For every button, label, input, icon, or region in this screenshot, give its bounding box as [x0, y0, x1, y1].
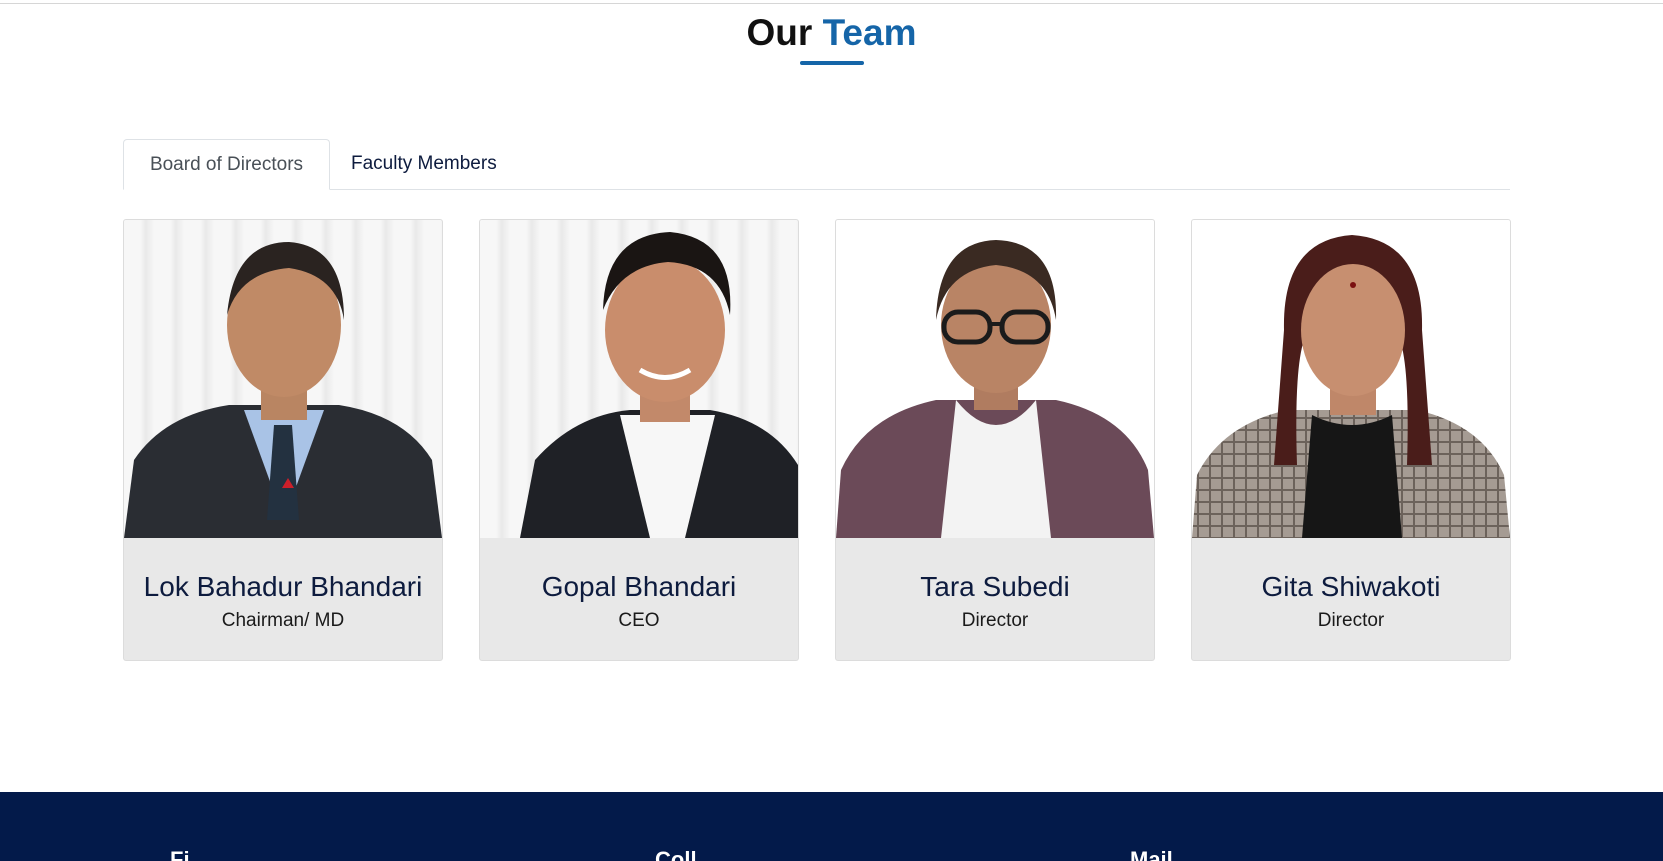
- member-role: Chairman/ MD: [221, 610, 345, 631]
- team-card: Gopal Bhandari CEO: [479, 219, 799, 661]
- section-title-part1: Our: [746, 12, 813, 53]
- member-caption: Tara Subedi Director: [836, 538, 1154, 660]
- member-name: Gita Shiwakoti: [1261, 571, 1441, 602]
- tab-faculty-members[interactable]: Faculty Members: [351, 139, 497, 190]
- section-title-part2: Team: [822, 12, 917, 53]
- footer-column-heading: Fi...: [170, 847, 208, 861]
- member-name: Lok Bahadur Bhandari: [143, 571, 423, 602]
- team-tabs: Board of Directors Faculty Members: [123, 139, 1510, 190]
- member-role: Director: [961, 610, 1029, 631]
- member-role: CEO: [618, 610, 660, 631]
- team-card: Lok Bahadur Bhandari Chairman/ MD: [123, 219, 443, 661]
- member-photo: [480, 220, 798, 538]
- team-card: Tara Subedi Director: [835, 219, 1155, 661]
- title-underline: [799, 61, 864, 65]
- section-header: Our Team: [0, 10, 1663, 65]
- portrait-placeholder: [124, 242, 442, 538]
- footer-column-heading: Coll...: [655, 847, 715, 861]
- top-divider: [0, 0, 1663, 4]
- member-photo: [836, 220, 1154, 538]
- member-caption: Gita Shiwakoti Director: [1192, 538, 1510, 660]
- portrait-placeholder: [520, 232, 798, 538]
- portrait-placeholder: [836, 240, 1154, 538]
- footer-column-heading: Mail...: [1130, 847, 1192, 861]
- member-name: Gopal Bhandari: [541, 571, 737, 602]
- member-role: Director: [1317, 610, 1385, 631]
- member-caption: Lok Bahadur Bhandari Chairman/ MD: [124, 538, 442, 660]
- tab-board-of-directors[interactable]: Board of Directors: [123, 139, 330, 190]
- site-footer: Fi... Coll... Mail...: [0, 792, 1663, 861]
- team-card: Gita Shiwakoti Director: [1191, 219, 1511, 661]
- portrait-placeholder: [1192, 235, 1510, 538]
- member-name: Tara Subedi: [920, 571, 1070, 602]
- team-cards: Lok Bahadur Bhandari Chairman/ MD Gopal …: [123, 219, 1513, 705]
- member-caption: Gopal Bhandari CEO: [480, 538, 798, 660]
- section-title: Our Team: [0, 10, 1663, 56]
- member-photo: [124, 220, 442, 538]
- member-photo: [1192, 220, 1510, 538]
